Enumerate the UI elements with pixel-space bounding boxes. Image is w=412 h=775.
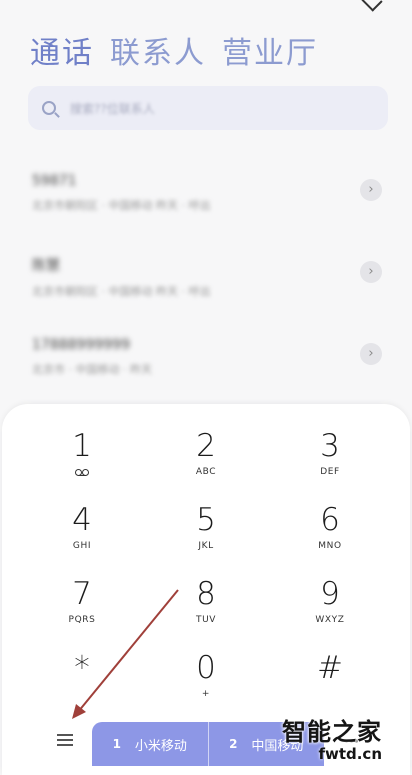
call-button-sim1[interactable]: 1 小米移动 [92, 722, 208, 766]
dial-key-8[interactable]: 8 TUV [144, 574, 268, 648]
call-log-item[interactable]: 17888999999 北京市 · 中国移动 · 昨天 › [0, 319, 412, 401]
sim-slot-number: 1 [112, 737, 121, 751]
dial-key-9[interactable]: 9 WXYZ [268, 574, 392, 648]
dial-key-digit: 4 [72, 502, 92, 538]
dial-key-letters: DEF [320, 467, 340, 477]
call-log-item[interactable]: 59871 北京市朝阳区 · 中国移动 昨天 · 呼出 › [0, 155, 412, 237]
menu-icon[interactable] [57, 734, 73, 746]
call-detail-chevron-icon[interactable]: › [360, 343, 382, 365]
top-tabs: 通话 联系人 营业厅 [30, 28, 318, 72]
search-icon [42, 101, 56, 115]
dial-key-4[interactable]: 4 GHI [20, 500, 144, 574]
call-log-list: 59871 北京市朝阳区 · 中国移动 昨天 · 呼出 › 陈慧 北京市朝阳区 … [0, 155, 412, 401]
dial-key-digit: 6 [320, 502, 340, 538]
dial-key-letters: MNO [318, 541, 342, 551]
call-log-meta: 北京市朝阳区 · 中国移动 昨天 · 呼出 [32, 199, 211, 212]
dial-key-5[interactable]: 5 JKL [144, 500, 268, 574]
watermark: 智能之家 fwtd.cn [282, 712, 382, 763]
call-log-name: 17888999999 [32, 337, 130, 353]
dial-key-2[interactable]: 2 ABC [144, 426, 268, 500]
dial-key-hash[interactable]: # [268, 648, 392, 722]
call-detail-chevron-icon[interactable]: › [360, 261, 382, 283]
dial-key-letters: WXYZ [315, 615, 345, 625]
search-bar[interactable]: 搜索??位联系人 [28, 86, 388, 130]
dial-key-3[interactable]: 3 DEF [268, 426, 392, 500]
dial-key-7[interactable]: 7 PQRS [20, 574, 144, 648]
watermark-url: fwtd.cn [318, 745, 382, 763]
dial-key-digit: 8 [196, 576, 216, 612]
dialpad-keys: 1 2 ABC 3 DEF 4 GHI 5 JKL 6 MNO 7 PQRS 8 [20, 426, 392, 722]
tab-service-hall[interactable]: 营业厅 [222, 28, 318, 72]
dial-key-letters: TUV [195, 615, 217, 625]
call-log-name: 陈慧 [32, 258, 60, 274]
dial-key-1[interactable]: 1 [20, 426, 144, 500]
voicemail-icon [75, 469, 89, 476]
dial-key-star[interactable]: * [20, 648, 144, 722]
tab-contacts[interactable]: 联系人 [110, 28, 206, 72]
dial-key-digit: # [317, 650, 343, 686]
dial-key-letters: ABC [195, 467, 217, 477]
dial-key-letters: + [201, 689, 211, 699]
dial-key-letters: JKL [198, 541, 214, 551]
dial-key-letters: GHI [72, 541, 92, 551]
search-placeholder: 搜索??位联系人 [70, 101, 155, 116]
dial-key-0[interactable]: 0 + [144, 648, 268, 722]
dial-key-digit: 5 [196, 502, 216, 538]
dial-key-digit: 3 [320, 428, 340, 464]
call-log-name: 59871 [32, 173, 77, 189]
sim-carrier-label: 小米移动 [134, 738, 187, 754]
sim-slot-number: 2 [229, 737, 238, 751]
dial-key-digit: 9 [320, 576, 340, 612]
dial-key-digit: 1 [72, 428, 92, 464]
call-log-meta: 北京市 · 中国移动 · 昨天 [32, 363, 152, 376]
dial-key-digit: 7 [72, 576, 92, 612]
call-log-meta: 北京市朝阳区 · 中国移动 昨天 · 呼出 [32, 285, 211, 298]
tab-calls[interactable]: 通话 [30, 28, 94, 72]
call-detail-chevron-icon[interactable]: › [360, 179, 382, 201]
dial-key-digit: * [74, 650, 90, 686]
dial-key-digit: 0 [196, 650, 216, 686]
dial-key-letters: PQRS [68, 615, 96, 625]
status-indicator-icon [361, 0, 383, 12]
watermark-title: 智能之家 [282, 718, 382, 746]
dial-key-digit: 2 [196, 428, 216, 464]
call-log-item[interactable]: 陈慧 北京市朝阳区 · 中国移动 昨天 · 呼出 › [0, 237, 412, 319]
dial-key-6[interactable]: 6 MNO [268, 500, 392, 574]
